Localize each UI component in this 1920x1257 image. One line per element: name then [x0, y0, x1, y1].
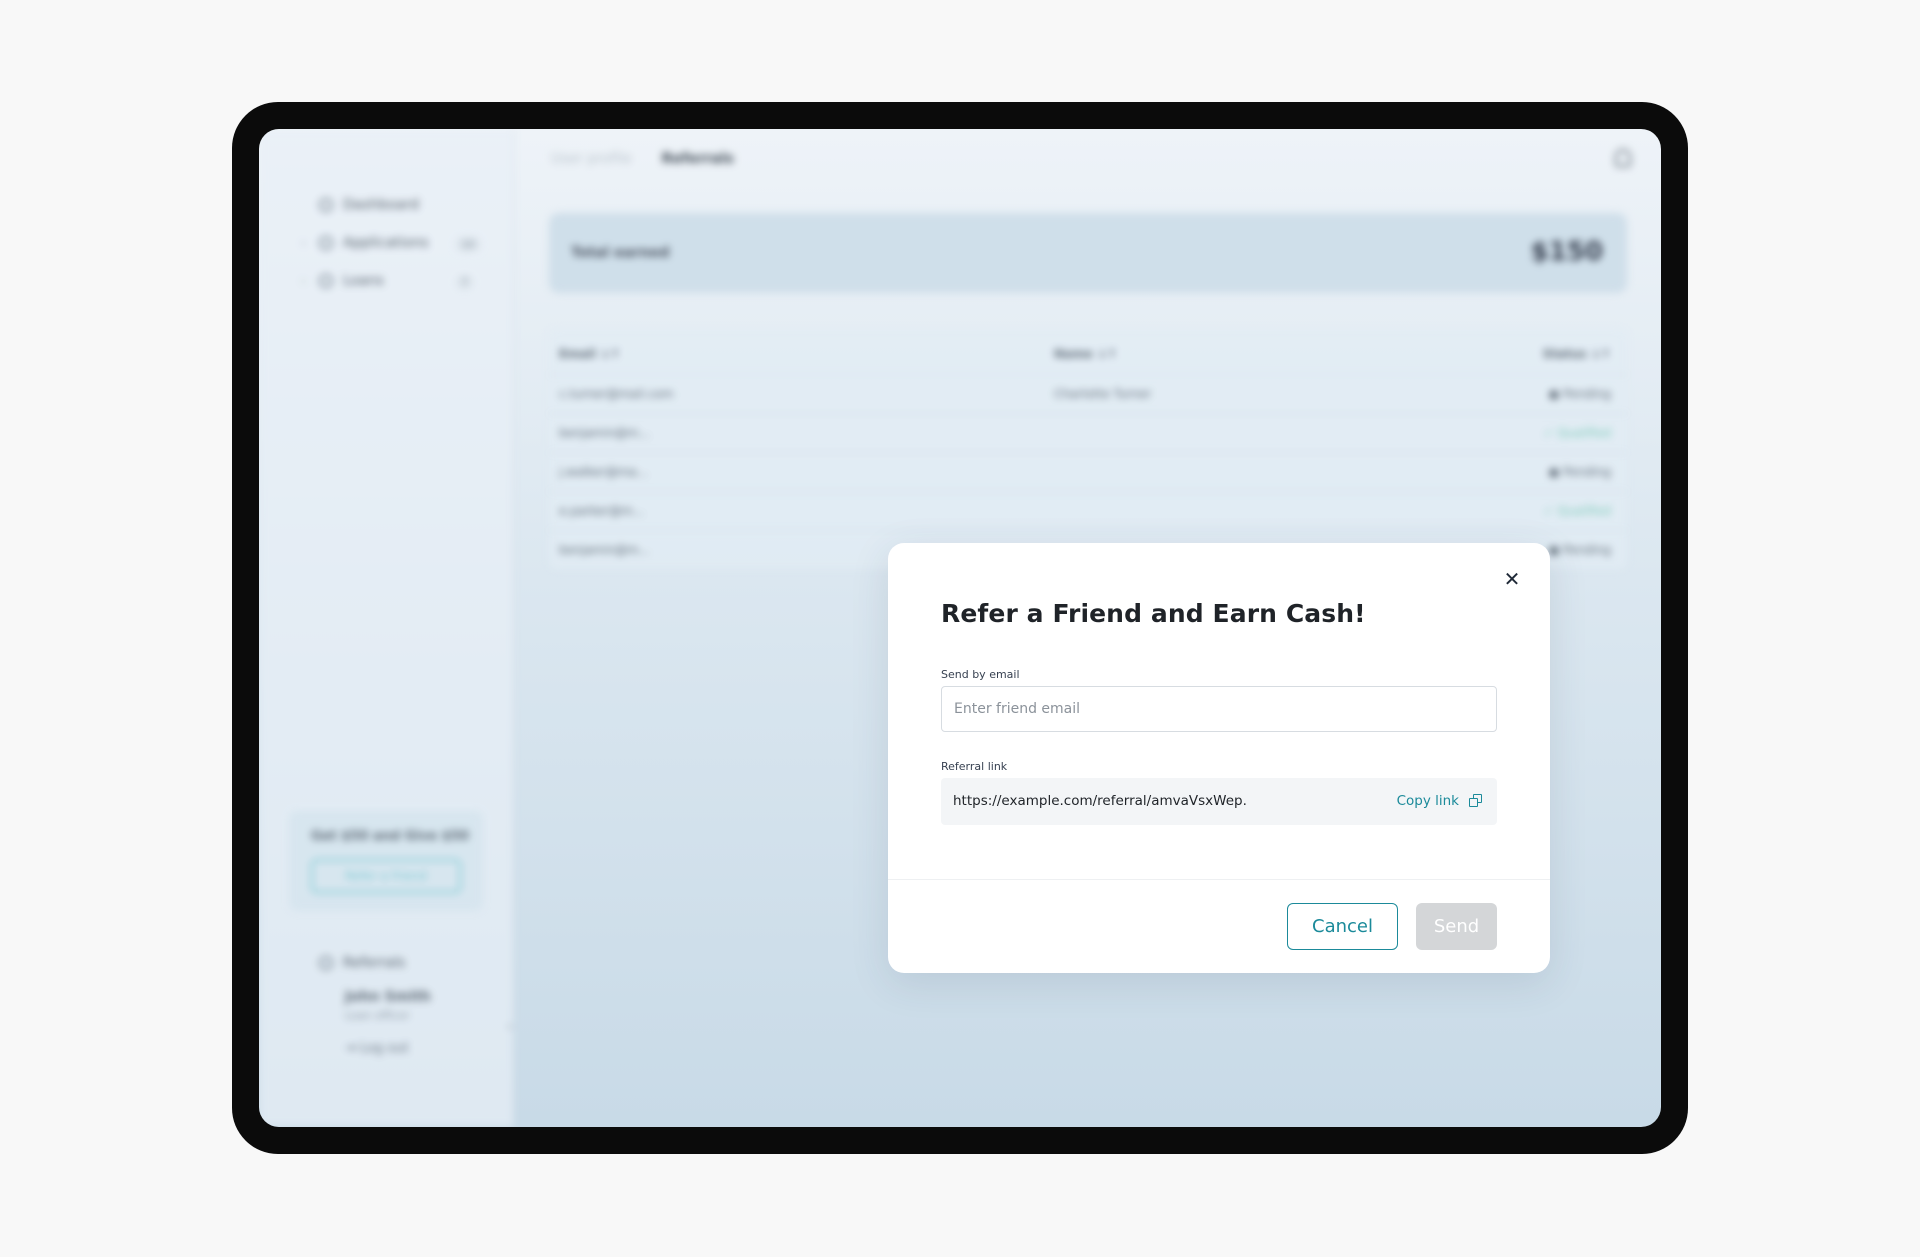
- friend-email-input[interactable]: [941, 686, 1497, 732]
- row-email: c.turner@mail.com: [559, 387, 674, 401]
- sidebar-item-label: Loans: [343, 273, 384, 289]
- email-field-label: Send by email: [941, 668, 1020, 681]
- refer-friend-modal: ✕ Refer a Friend and Earn Cash! Send by …: [888, 543, 1550, 973]
- column-header-status[interactable]: Status ↓↑: [1543, 347, 1611, 361]
- tablet-screen: Dashboard › Applications 10 › Loans 7 Ge…: [259, 129, 1661, 1127]
- sidebar-item-label: Applications: [343, 235, 429, 251]
- total-earned-value: $150: [1530, 237, 1603, 267]
- sidebar-item-dashboard[interactable]: Dashboard: [319, 197, 419, 213]
- applications-icon: [319, 236, 333, 250]
- row-name: Charlotte Turner: [1054, 387, 1152, 401]
- table-row[interactable]: benjamin@m... ✓ Qualified: [549, 413, 1627, 453]
- row-email: j.walker@ma...: [559, 465, 648, 479]
- row-email: e.parker@m...: [559, 504, 645, 518]
- chevron-right-icon: ›: [301, 236, 306, 250]
- referrals-icon: [319, 956, 333, 970]
- referral-link-box: https://example.com/referral/amvaVsxWep.…: [941, 778, 1497, 825]
- logout-icon: ⇥: [345, 1041, 361, 1056]
- breadcrumb-user-profile[interactable]: User profile: [551, 151, 632, 167]
- refer-friend-button[interactable]: Refer a friend: [311, 859, 461, 893]
- breadcrumb: User profile Referrals: [551, 151, 734, 167]
- copy-link-button[interactable]: Copy link: [1397, 793, 1483, 809]
- loans-icon: [319, 274, 333, 288]
- breadcrumb-referrals: Referrals: [661, 151, 734, 167]
- status-badge: ● Pending: [1548, 465, 1611, 479]
- sidebar-item-label: Dashboard: [343, 197, 419, 213]
- modal-title: Refer a Friend and Earn Cash!: [941, 599, 1366, 628]
- table-row[interactable]: e.parker@m... ✓ Qualified: [549, 491, 1627, 531]
- sidebar-item-applications[interactable]: › Applications: [301, 235, 429, 251]
- copy-link-label: Copy link: [1396, 793, 1459, 809]
- bell-icon[interactable]: [1615, 149, 1631, 167]
- promo-title: Get $50 and Give $50: [311, 829, 469, 844]
- user-role: Loan officer: [345, 1009, 410, 1022]
- tablet-frame: Dashboard › Applications 10 › Loans 7 Ge…: [232, 102, 1688, 1154]
- cancel-button[interactable]: Cancel: [1287, 903, 1398, 950]
- row-email: benjamin@m...: [559, 543, 651, 557]
- send-button[interactable]: Send: [1416, 903, 1497, 950]
- copy-icon: [1469, 794, 1483, 808]
- row-email: benjamin@m...: [559, 426, 651, 440]
- collapse-sidebar-icon[interactable]: ‹: [507, 1019, 513, 1035]
- status-badge: ✓ Qualified: [1543, 426, 1611, 440]
- logout-button[interactable]: ⇥ Log out: [345, 1041, 409, 1056]
- table-row[interactable]: j.walker@ma... ● Pending: [549, 452, 1627, 492]
- sidebar-item-label: Referrals: [343, 955, 406, 971]
- column-header-name[interactable]: Name ↓↑: [1054, 347, 1117, 361]
- loans-count-badge: 7: [455, 275, 474, 290]
- referral-link-value: https://example.com/referral/amvaVsxWep.: [953, 793, 1247, 809]
- referral-link-label: Referral link: [941, 760, 1008, 773]
- chevron-right-icon: ›: [301, 274, 306, 288]
- table-row[interactable]: c.turner@mail.com Charlotte Turner ● Pen…: [549, 374, 1627, 414]
- column-header-email[interactable]: Email ↓↑: [559, 347, 620, 361]
- referrals-table: Email ↓↑ Name ↓↑ Status ↓↑ c.turner@mail…: [549, 329, 1627, 569]
- dashboard-icon: [319, 198, 333, 212]
- logout-label: Log out: [360, 1041, 409, 1056]
- total-earned-card: Total earned $150: [549, 213, 1627, 293]
- referral-promo-card: Get $50 and Give $50 Refer a friend: [289, 811, 483, 911]
- sidebar-item-loans[interactable]: › Loans: [301, 273, 384, 289]
- status-badge: ● Pending: [1548, 543, 1611, 557]
- user-name: John Smith: [345, 989, 431, 1005]
- close-icon[interactable]: ✕: [1500, 567, 1524, 591]
- sidebar: Dashboard › Applications 10 › Loans 7 Ge…: [259, 129, 514, 1127]
- total-earned-label: Total earned: [571, 245, 670, 261]
- status-badge: ✓ Qualified: [1543, 504, 1611, 518]
- modal-divider: [888, 879, 1550, 880]
- status-badge: ● Pending: [1548, 387, 1611, 401]
- sidebar-item-referrals[interactable]: Referrals: [319, 955, 405, 971]
- applications-count-badge: 10: [455, 237, 481, 252]
